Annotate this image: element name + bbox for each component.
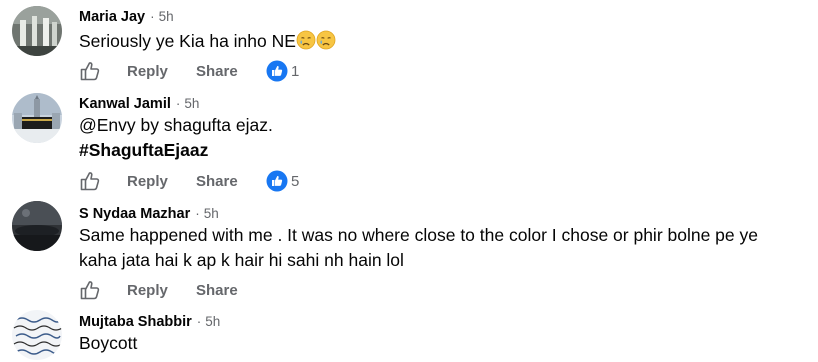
avatar[interactable] [12, 93, 62, 143]
like-reaction-icon[interactable] [266, 170, 288, 192]
comment-text-line-1: @Envy by shagufta ejaz. [79, 115, 273, 135]
reply-button[interactable]: Reply [127, 173, 168, 190]
reaction-count[interactable]: 5 [291, 173, 299, 190]
crying-face-emoji-icon [316, 30, 336, 50]
like-reaction-icon[interactable] [266, 60, 288, 82]
separator: · [195, 206, 200, 221]
thumbs-up-icon[interactable] [79, 60, 101, 82]
hashtag-text[interactable]: #ShaguftaEjaaz [79, 140, 208, 160]
separator: · [150, 9, 155, 24]
hashtag-link[interactable]: #ShaguftaEjaaz [79, 138, 208, 163]
timestamp[interactable]: 5h [205, 314, 220, 329]
reaction-count[interactable]: 1 [291, 63, 299, 80]
avatar[interactable] [12, 310, 62, 360]
author-name[interactable]: Maria Jay [79, 9, 145, 25]
author-name[interactable]: S Nydaa Mazhar [79, 206, 190, 222]
avatar-image [12, 6, 62, 56]
timestamp[interactable]: 5h [204, 206, 219, 221]
comment-header: Kanwal Jamil · 5h [79, 95, 199, 113]
avatar[interactable] [12, 201, 62, 251]
reply-button[interactable]: Reply [127, 282, 168, 299]
comment-actions: Reply Share [79, 279, 339, 303]
separator: · [175, 96, 181, 111]
comment-text: Seriously ye Kia ha inho NE [79, 29, 336, 54]
separator: · [196, 314, 202, 329]
comment-header: S Nydaa Mazhar · 5h [79, 205, 219, 223]
comment-text: Boycott [79, 333, 138, 353]
avatar-image [12, 201, 62, 251]
author-name[interactable]: Kanwal Jamil [79, 96, 171, 112]
timestamp[interactable]: 5h [159, 9, 174, 24]
comment-header: Maria Jay · 5h [79, 8, 174, 26]
share-button[interactable]: Share [196, 282, 238, 299]
reply-button[interactable]: Reply [127, 63, 168, 80]
avatar-image [12, 310, 62, 360]
share-button[interactable]: Share [196, 173, 238, 190]
comment-text-line-1: Same happened with me . It was no where … [79, 225, 758, 245]
avatar-image [12, 93, 62, 143]
avatar[interactable] [12, 6, 62, 56]
thumbs-up-icon[interactable] [79, 170, 101, 192]
share-button[interactable]: Share [196, 63, 238, 80]
author-name[interactable]: Mujtaba Shabbir [79, 314, 192, 330]
comment-header: Mujtaba Shabbir · 5h [79, 313, 220, 331]
comment-text-line-2: kaha jata hai k ap k hair hi sahi nh hai… [79, 250, 404, 270]
timestamp[interactable]: 5h [184, 96, 199, 111]
comment-actions: Reply Share 5 [79, 170, 339, 194]
crying-face-emoji-icon [296, 30, 316, 50]
comment-actions: Reply Share 1 [79, 60, 339, 84]
thumbs-up-icon[interactable] [79, 279, 101, 301]
comment-text-content: Seriously ye Kia ha inho NE [79, 31, 296, 51]
